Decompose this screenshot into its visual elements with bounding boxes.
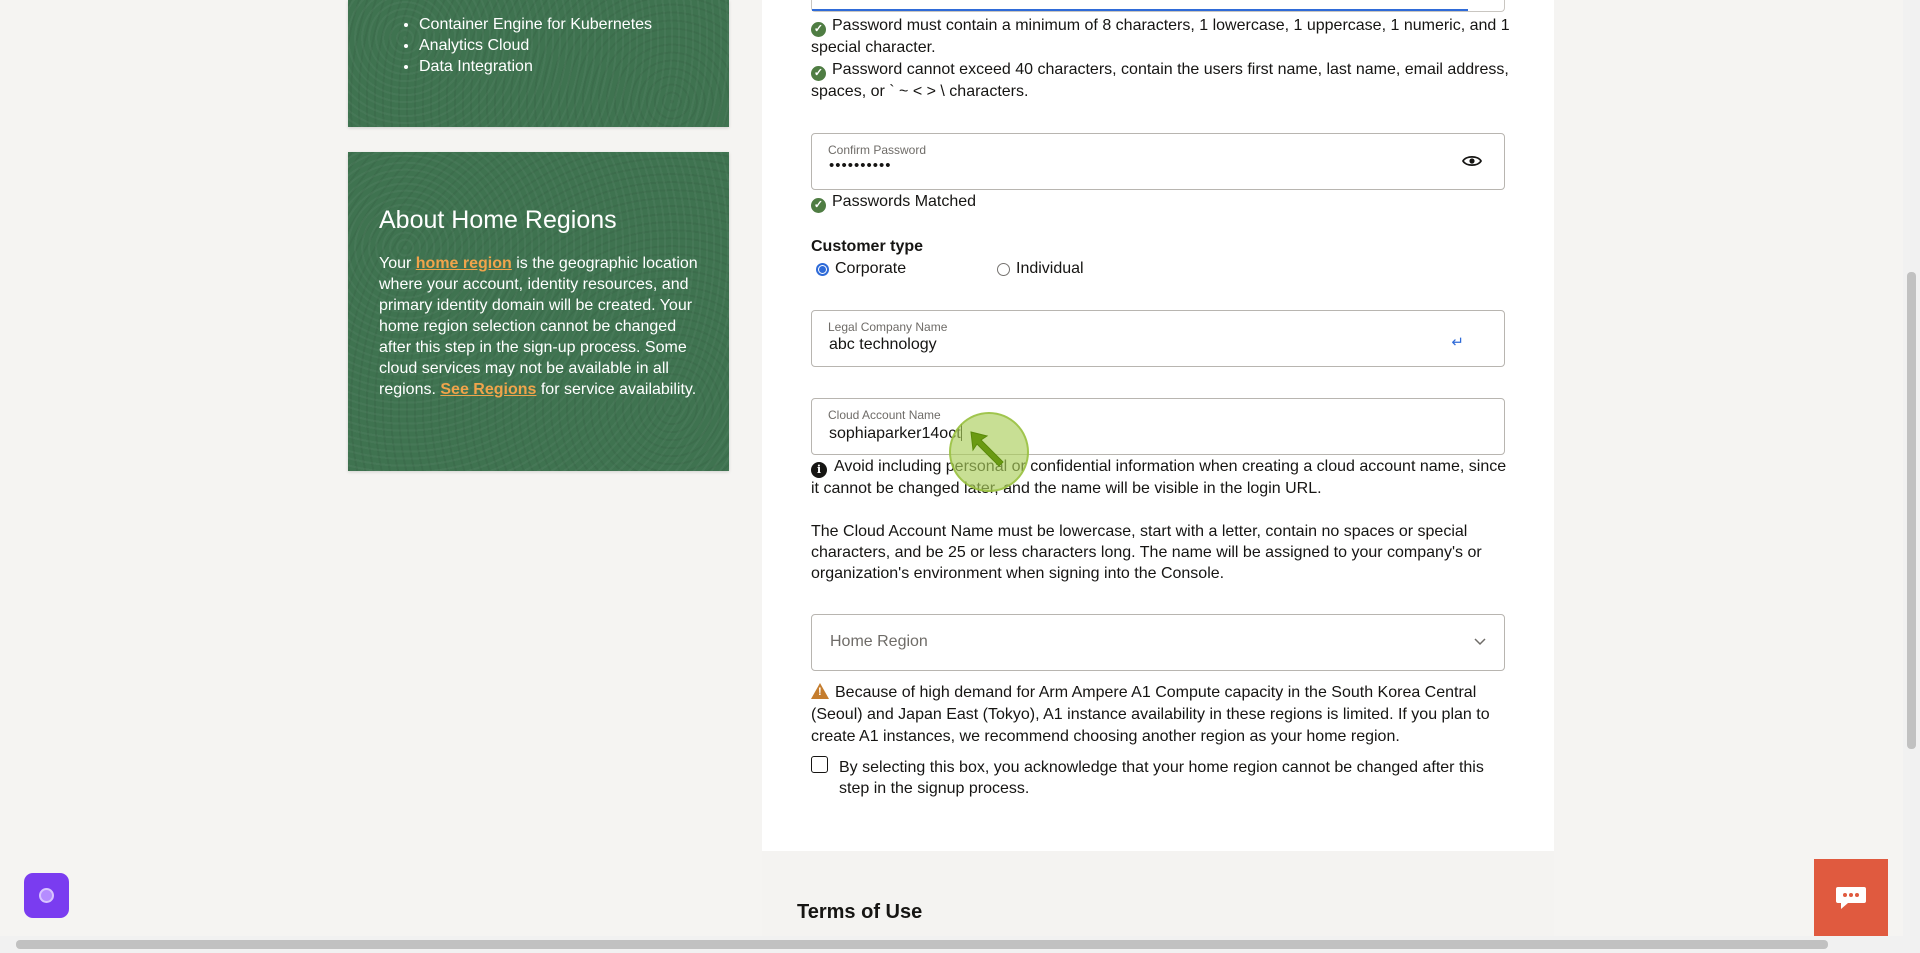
home-region-placeholder: Home Region xyxy=(830,633,928,650)
home-region-select[interactable]: Home Region xyxy=(811,614,1505,671)
confirm-password-label: Confirm Password xyxy=(828,143,927,157)
cloud-account-info-text: Avoid including personal or confidential… xyxy=(811,458,1507,497)
horizontal-scrollbar[interactable] xyxy=(0,936,1903,953)
assistant-icon xyxy=(39,888,54,903)
service-item: Analytics Cloud xyxy=(419,35,729,56)
password-rule-text: Password cannot exceed 40 characters, co… xyxy=(811,61,1509,100)
check-circle-icon: ✓ xyxy=(811,22,826,37)
regions-text-part: for service availability. xyxy=(536,381,697,398)
cloud-account-name-label: Cloud Account Name xyxy=(828,408,941,422)
regions-text-part: is the geographic location where your ac… xyxy=(379,255,698,398)
chevron-down-icon[interactable] xyxy=(1474,635,1486,647)
password-rule-length: ✓ Password must contain a minimum of 8 ch… xyxy=(811,15,1511,59)
check-circle-icon: ✓ xyxy=(811,198,826,213)
services-list: Container Engine for Kubernetes Analytic… xyxy=(348,0,729,77)
cursor-arrow-icon xyxy=(970,431,1004,467)
home-region-link[interactable]: home region xyxy=(416,255,512,272)
about-home-regions-card: About Home Regions Your home region is t… xyxy=(348,152,729,471)
password-rule-restrictions: ✓ Password cannot exceed 40 characters, c… xyxy=(811,59,1511,103)
terms-of-use-title: Terms of Use xyxy=(797,901,923,923)
acknowledge-checkbox[interactable] xyxy=(811,756,828,773)
info-icon: i xyxy=(811,462,827,478)
eye-icon[interactable] xyxy=(1462,153,1482,169)
password-strength-bar xyxy=(812,9,1468,11)
cloud-account-rules-text: The Cloud Account Name must be lowercase… xyxy=(811,523,1482,582)
arm-capacity-warning: ! Because of high demand for Arm Ampere A… xyxy=(811,682,1511,748)
check-circle-icon: ✓ xyxy=(811,66,826,81)
radio-individual-input[interactable] xyxy=(997,262,1010,276)
radio-corporate-input[interactable] xyxy=(816,262,829,276)
password-rule-text: Password must contain a minimum of 8 cha… xyxy=(811,17,1510,56)
cloud-account-name-field[interactable]: Cloud Account Name sophiaparker14oct xyxy=(811,398,1505,455)
cloud-account-info-message: i Avoid including personal or confidentia… xyxy=(811,456,1511,500)
enter-key-icon: ↵ xyxy=(1451,334,1464,351)
vertical-scrollbar-thumb[interactable] xyxy=(1907,272,1916,749)
radio-individual-label[interactable]: Individual xyxy=(1016,260,1084,278)
radio-corporate[interactable]: Corporate xyxy=(816,260,906,278)
service-item: Data Integration xyxy=(419,56,729,77)
horizontal-scrollbar-thumb[interactable] xyxy=(16,940,1828,949)
radio-corporate-label[interactable]: Corporate xyxy=(835,260,906,278)
customer-type-label: Customer type xyxy=(811,238,924,255)
legal-company-name-label: Legal Company Name xyxy=(828,320,948,334)
chat-icon xyxy=(1836,887,1866,909)
radio-individual[interactable]: Individual xyxy=(997,260,1084,278)
services-card: Container Engine for Kubernetes Analytic… xyxy=(348,0,729,127)
service-item: Container Engine for Kubernetes xyxy=(419,14,729,35)
assistant-button[interactable] xyxy=(24,873,69,918)
about-home-regions-text: Your home region is the geographic locat… xyxy=(379,253,709,400)
warning-icon: ! xyxy=(811,683,829,699)
confirm-password-value[interactable]: •••••••••• xyxy=(829,157,892,174)
cloud-account-name-input[interactable]: sophiaparker14oct xyxy=(829,424,962,443)
vertical-scrollbar[interactable] xyxy=(1903,0,1920,953)
arm-capacity-warning-text: Because of high demand for Arm Ampere A1… xyxy=(811,684,1490,745)
passwords-matched-text: Passwords Matched xyxy=(832,193,977,210)
chat-button[interactable] xyxy=(1814,859,1888,936)
cloud-account-name-value: sophiaparker14oct xyxy=(829,425,961,442)
password-field-bottom[interactable] xyxy=(811,0,1505,12)
confirm-password-field[interactable]: Confirm Password •••••••••• xyxy=(811,133,1505,190)
legal-company-name-value[interactable]: abc technology xyxy=(829,336,937,354)
legal-company-name-field[interactable]: Legal Company Name abc technology ↵ xyxy=(811,310,1505,367)
click-indicator xyxy=(949,412,1029,492)
about-home-regions-title: About Home Regions xyxy=(379,206,617,234)
see-regions-link[interactable]: See Regions xyxy=(440,381,536,398)
passwords-matched-message: ✓ Passwords Matched xyxy=(811,191,976,213)
regions-text-part: Your xyxy=(379,255,416,272)
acknowledge-checkbox-label[interactable]: By selecting this box, you acknowledge t… xyxy=(839,757,1509,799)
